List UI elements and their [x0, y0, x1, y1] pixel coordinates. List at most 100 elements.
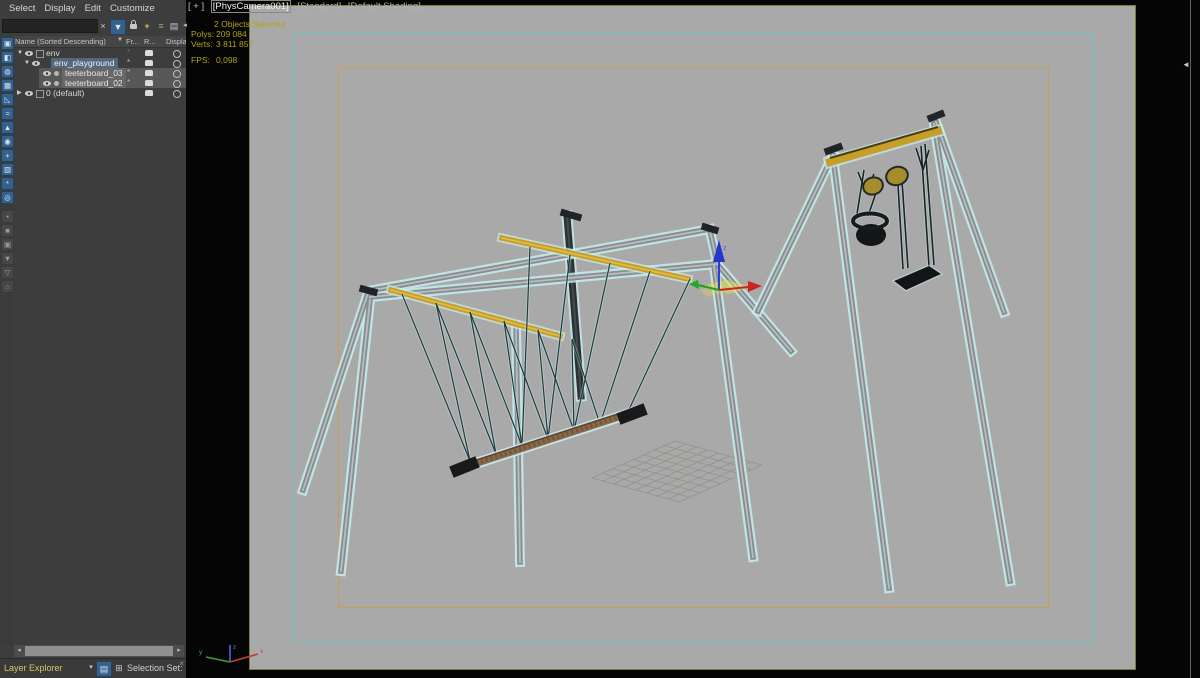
- layer-label-selected[interactable]: env_playground: [51, 58, 118, 68]
- hierarchy-view-icon[interactable]: ⊞: [112, 661, 126, 675]
- object-label[interactable]: teeterboard_03: [62, 68, 126, 78]
- selected-count-text: 2 Objects Selected: [214, 19, 286, 29]
- column-frozen[interactable]: Fr...: [126, 37, 139, 46]
- display-circle-icon[interactable]: [173, 60, 181, 68]
- layer-row-default[interactable]: ▶ 0 (default): [15, 88, 186, 98]
- scrollbar-thumb[interactable]: [25, 646, 173, 656]
- select-cursor-icon[interactable]: ▲: [1, 121, 14, 134]
- render-hand-icon[interactable]: [145, 90, 153, 96]
- gizmo-x-arrow[interactable]: [748, 281, 762, 292]
- menu-customize[interactable]: Customize: [110, 3, 155, 14]
- show-lights-icon[interactable]: ◍: [1, 65, 14, 78]
- panel-title: Layer Explorer: [4, 663, 63, 673]
- flat-swing-seat[interactable]: [891, 264, 944, 292]
- visibility-eye-icon[interactable]: [25, 51, 33, 56]
- show-frozen-icon[interactable]: *: [1, 177, 14, 190]
- show-helpers-icon[interactable]: +: [1, 149, 14, 162]
- display-filter-strip: ▣ ◧ ◍ ▦ ◺ ≈ ▲ ◉ + ▧ * ◎ ▪ ■ ▣ ▼ ▽ ⌂: [0, 36, 14, 646]
- camera-viewport[interactable]: z [ + ] [PhysCamera001] [Standard] [Defa…: [186, 0, 1200, 678]
- expand-icon[interactable]: ▶: [17, 88, 22, 98]
- container-icon[interactable]: ⌂: [1, 280, 14, 293]
- viewport-shading-label[interactable]: [Default Shading]: [348, 1, 421, 12]
- object-dot-icon: [54, 70, 59, 76]
- layer-icon: [36, 90, 44, 98]
- show-geometry-icon[interactable]: ▦: [1, 79, 14, 92]
- menu-select[interactable]: Select: [9, 3, 35, 14]
- viewport-camera-label[interactable]: [PhysCamera001]: [210, 0, 291, 13]
- frozen-icon[interactable]: *: [127, 68, 130, 78]
- explorer-toolbar: × ▼ + ≡ ▤ ◂: [0, 17, 187, 37]
- show-shapes-icon[interactable]: ◺: [1, 93, 14, 106]
- menu-edit[interactable]: Edit: [85, 3, 101, 14]
- select-invert-icon[interactable]: ▣: [1, 238, 14, 251]
- close-icon[interactable]: ×: [179, 659, 184, 668]
- panel-grip-divider[interactable]: [1190, 0, 1191, 678]
- column-display[interactable]: Display: [166, 37, 186, 46]
- render-hand-icon[interactable]: [145, 80, 153, 86]
- render-hand-icon[interactable]: [145, 70, 153, 76]
- show-cameras-icon[interactable]: ◉: [1, 135, 14, 148]
- show-materials-icon[interactable]: ▧: [1, 163, 14, 176]
- frozen-icon[interactable]: *: [127, 58, 130, 68]
- bucket-swing-seat[interactable]: [850, 210, 890, 247]
- display-circle-icon[interactable]: [173, 50, 181, 58]
- display-circle-icon[interactable]: [173, 70, 181, 78]
- scroll-left-icon[interactable]: ◂: [14, 645, 24, 657]
- layer-row-env-playground[interactable]: ▼ env_playground *: [15, 58, 186, 68]
- filter-apply-icon[interactable]: ▼: [1, 252, 14, 265]
- explorer-statusbar: Layer Explorer ▾ ▤ ⊞ Selection Set: ×: [0, 658, 186, 678]
- frozen-icon[interactable]: *: [127, 48, 130, 58]
- explorer-menubar: Select Display Edit Customize: [0, 0, 186, 17]
- expand-icon[interactable]: ▼: [24, 58, 30, 68]
- show-splines-icon[interactable]: ≈: [1, 107, 14, 120]
- visibility-eye-icon[interactable]: [25, 91, 33, 96]
- expand-panel-icon[interactable]: ◄: [1182, 60, 1190, 69]
- filter-funnel-icon[interactable]: ▼: [110, 19, 126, 35]
- column-header-row: Name (Sorted Descending) ▼ Fr... R... Di…: [14, 36, 186, 48]
- visibility-eye-icon[interactable]: [43, 81, 51, 86]
- tripod-x-label: x: [260, 648, 264, 655]
- viewport-plus-menu[interactable]: [ + ]: [188, 1, 204, 12]
- object-row-teeterboard-02[interactable]: teeterboard_02 *: [15, 78, 186, 88]
- tripod-z-label: z: [233, 644, 236, 651]
- layer-label[interactable]: env: [46, 48, 60, 58]
- horizontal-scrollbar[interactable]: ◂ ▸: [14, 645, 184, 657]
- layers-view-icon[interactable]: ▤: [96, 661, 112, 677]
- fps-label: FPS:: [191, 55, 210, 65]
- show-all-icon[interactable]: ▣: [1, 37, 14, 50]
- scroll-right-icon[interactable]: ▸: [174, 645, 184, 657]
- display-circle-icon[interactable]: [173, 90, 181, 98]
- render-hand-icon[interactable]: [145, 60, 153, 66]
- show-hidden-icon[interactable]: ◎: [1, 191, 14, 204]
- filter-clear-icon[interactable]: ▽: [1, 266, 14, 279]
- layer-icon: [36, 50, 44, 58]
- expand-icon[interactable]: ▼: [17, 48, 23, 58]
- menu-display[interactable]: Display: [44, 3, 75, 14]
- sort-descending-icon[interactable]: ▼: [117, 37, 123, 43]
- object-dot-icon: [54, 80, 59, 86]
- add-layer-icon[interactable]: +: [140, 19, 154, 33]
- clear-search-icon[interactable]: ×: [96, 19, 110, 33]
- search-input[interactable]: [2, 19, 98, 33]
- layer-label[interactable]: 0 (default): [46, 88, 84, 98]
- select-objects-icon[interactable]: ▪: [1, 210, 14, 223]
- layer-row-env[interactable]: ▼ env *: [15, 48, 186, 58]
- object-label[interactable]: teeterboard_02: [62, 78, 126, 88]
- visibility-eye-icon[interactable]: [43, 71, 51, 76]
- column-render[interactable]: R...: [144, 37, 156, 46]
- select-all-icon[interactable]: ■: [1, 224, 14, 237]
- world-axis-tripod: z x y: [199, 644, 264, 663]
- render-hand-icon[interactable]: [145, 50, 153, 56]
- lock-icon[interactable]: [130, 20, 137, 29]
- frozen-icon[interactable]: *: [127, 78, 130, 88]
- column-name[interactable]: Name (Sorted Descending): [15, 37, 106, 46]
- display-circle-icon[interactable]: [173, 80, 181, 88]
- teeterboard-climbing-frame[interactable]: [303, 208, 791, 571]
- scene-render[interactable]: z: [249, 5, 1136, 670]
- visibility-eye-icon[interactable]: [32, 61, 40, 66]
- panel-flyout-icon[interactable]: ◂: [178, 19, 192, 33]
- collapse-layers-icon[interactable]: ≡: [154, 19, 168, 33]
- show-layers-icon[interactable]: ◧: [1, 51, 14, 64]
- viewport-renderer-label[interactable]: [Standard]: [297, 1, 341, 12]
- object-row-teeterboard-03[interactable]: teeterboard_03 *: [15, 68, 186, 78]
